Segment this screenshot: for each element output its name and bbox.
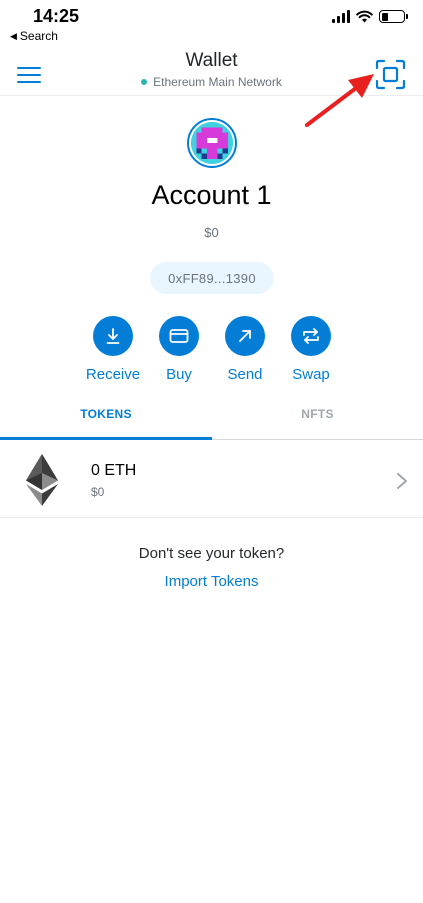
qr-scan-icon[interactable] [375,59,406,90]
ethereum-icon [26,454,58,506]
account-name[interactable]: Account 1 [0,180,423,211]
swap-icon [303,328,319,344]
token-fiat-value: $0 [91,485,105,499]
back-label: Search [19,29,58,43]
app-header: Wallet Ethereum Main Network [0,46,423,96]
header-title-group: Wallet Ethereum Main Network [0,50,423,89]
token-amount: 0 ETH [91,462,137,479]
card-icon [169,329,189,343]
chevron-right-icon [397,473,407,489]
token-list-item[interactable]: 0 ETH $0 [0,441,423,518]
import-tokens-link[interactable]: Import Tokens [0,573,423,590]
back-triangle-icon: ◀ [10,30,17,41]
account-address-button[interactable]: 0xFF89...1390 [150,262,274,294]
tab-tokens[interactable]: TOKENS [0,398,212,440]
page-title: Wallet [185,50,238,71]
account-balance: $0 [204,225,219,240]
download-icon [106,328,120,344]
no-token-prompt: Don't see your token? [138,545,285,562]
tab-nfts[interactable]: NFTS [212,398,423,440]
wifi-icon [356,10,373,23]
status-bar: 14:25 ◀ Search [0,0,423,46]
swap-label: Swap [292,366,330,383]
arrow-up-right-icon [239,330,251,342]
account-avatar[interactable] [187,118,237,168]
network-status-dot [141,79,148,85]
network-name: Ethereum Main Network [153,75,282,89]
network-indicator[interactable]: Ethereum Main Network [0,75,423,89]
asset-tabs: TOKENS NFTS [0,398,423,440]
swap-button[interactable]: Swap [271,316,351,383]
battery-icon [379,10,408,23]
back-to-search-link[interactable]: ◀ Search [10,29,58,43]
cellular-signal-icon [332,10,350,23]
identicon-icon [191,122,233,164]
status-time: 14:25 [33,6,80,26]
status-icons [332,10,408,23]
